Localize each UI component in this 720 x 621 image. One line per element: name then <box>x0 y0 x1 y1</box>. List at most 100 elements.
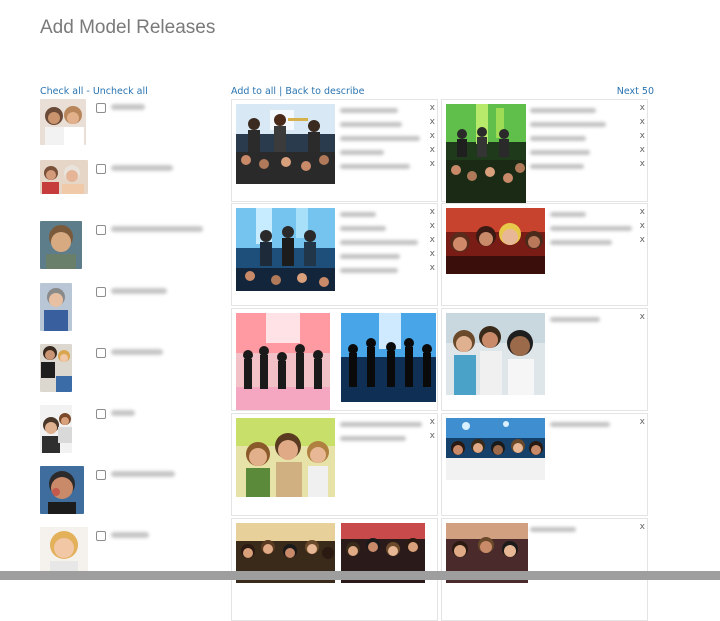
remove-model-button[interactable]: x <box>640 103 645 113</box>
remove-model-button[interactable]: x <box>430 117 435 127</box>
person-checkbox[interactable] <box>96 164 106 174</box>
photo-thumbnail[interactable] <box>236 418 335 497</box>
person-checkbox[interactable] <box>96 409 106 419</box>
model-entry: x <box>340 207 435 222</box>
model-entry: x <box>340 249 435 264</box>
photo-thumbnail[interactable] <box>236 208 335 291</box>
remove-model-button[interactable]: x <box>640 417 645 427</box>
photo-cell <box>231 518 438 621</box>
remove-model-button[interactable]: x <box>640 221 645 231</box>
person-checkbox[interactable] <box>96 470 106 480</box>
person-name-blurred <box>111 104 145 110</box>
photo-cell: x x <box>231 413 438 516</box>
model-list: x x x x x <box>530 103 645 174</box>
remove-model-button[interactable]: x <box>640 159 645 169</box>
person-row <box>40 160 220 214</box>
person-row <box>40 405 220 459</box>
check-all-link[interactable]: Check all <box>40 86 83 97</box>
model-entry: x <box>530 522 645 537</box>
model-entry: x <box>340 417 435 432</box>
person-checkbox[interactable] <box>96 348 106 358</box>
model-entry: x <box>340 221 435 236</box>
person-checkbox[interactable] <box>96 531 106 541</box>
model-entry: x <box>550 207 645 222</box>
remove-model-button[interactable]: x <box>430 417 435 427</box>
person-checkbox[interactable] <box>96 287 106 297</box>
remove-model-button[interactable]: x <box>430 207 435 217</box>
remove-model-button[interactable]: x <box>430 145 435 155</box>
model-list: x <box>550 312 645 327</box>
person-name-blurred <box>111 288 167 294</box>
remove-model-button[interactable]: x <box>640 522 645 532</box>
photo-cell: x <box>441 308 648 411</box>
model-entry: x <box>550 221 645 236</box>
photo-cell: x <box>441 518 648 621</box>
pipe-separator: | <box>276 86 286 97</box>
remove-model-button[interactable]: x <box>430 235 435 245</box>
person-row <box>40 466 220 520</box>
model-entry: x <box>530 159 645 174</box>
remove-model-button[interactable]: x <box>430 249 435 259</box>
person-avatar <box>40 405 72 453</box>
person-avatar <box>40 344 72 392</box>
model-list: x <box>550 417 645 432</box>
person-name-blurred <box>111 471 175 477</box>
page-title: Add Model Releases <box>40 17 216 38</box>
person-name-blurred <box>111 532 149 538</box>
model-entry: x <box>530 145 645 160</box>
next-page-link[interactable]: Next 50 <box>617 86 654 97</box>
check-controls: Check all - Uncheck all <box>40 79 148 98</box>
model-entry: x <box>550 235 645 250</box>
model-entry: x <box>530 117 645 132</box>
photo-thumbnail[interactable] <box>446 313 545 395</box>
remove-model-button[interactable]: x <box>640 131 645 141</box>
person-checkbox[interactable] <box>96 225 106 235</box>
model-list: x x x x x <box>340 207 435 278</box>
remove-model-button[interactable]: x <box>430 159 435 169</box>
photo-cell: x <box>441 413 648 516</box>
remove-model-button[interactable]: x <box>640 235 645 245</box>
photo-thumbnail[interactable] <box>236 104 335 184</box>
photo-cell: x x x x x <box>231 203 438 306</box>
model-entry: x <box>340 431 435 446</box>
photo-thumbnail[interactable] <box>446 208 545 274</box>
model-entry: x <box>340 145 435 160</box>
remove-model-button[interactable]: x <box>640 145 645 155</box>
back-to-describe-link[interactable]: Back to describe <box>285 86 364 97</box>
add-to-all-link[interactable]: Add to all <box>231 86 276 97</box>
photo-thumbnail[interactable] <box>341 313 436 402</box>
uncheck-all-link[interactable]: Uncheck all <box>93 86 148 97</box>
photo-thumbnail[interactable] <box>236 313 330 410</box>
person-name-blurred <box>111 410 135 416</box>
person-avatar <box>40 283 72 331</box>
model-entry: x <box>340 103 435 118</box>
remove-model-button[interactable]: x <box>430 131 435 141</box>
person-avatar <box>40 160 88 194</box>
remove-model-button[interactable]: x <box>430 263 435 273</box>
person-avatar <box>40 99 86 145</box>
remove-model-button[interactable]: x <box>430 221 435 231</box>
photo-cell: x x x <box>441 203 648 306</box>
person-row <box>40 221 220 275</box>
pagination: Next 50 <box>617 79 654 98</box>
photo-thumbnail[interactable] <box>446 104 526 203</box>
person-avatar <box>40 527 88 571</box>
photo-cell: x x x x x <box>441 99 648 203</box>
remove-model-button[interactable]: x <box>430 103 435 113</box>
model-entry: x <box>340 131 435 146</box>
model-entry: x <box>340 235 435 250</box>
model-entry: x <box>530 131 645 146</box>
person-checkbox[interactable] <box>96 103 106 113</box>
photo-thumbnail[interactable] <box>446 418 545 480</box>
person-name-blurred <box>111 226 203 232</box>
model-entry: x <box>340 263 435 278</box>
model-entry: x <box>550 312 645 327</box>
person-row <box>40 283 220 337</box>
person-avatar <box>40 466 84 514</box>
remove-model-button[interactable]: x <box>640 117 645 127</box>
remove-model-button[interactable]: x <box>640 312 645 322</box>
remove-model-button[interactable]: x <box>430 431 435 441</box>
person-avatar <box>40 221 82 269</box>
person-row <box>40 99 220 153</box>
remove-model-button[interactable]: x <box>640 207 645 217</box>
